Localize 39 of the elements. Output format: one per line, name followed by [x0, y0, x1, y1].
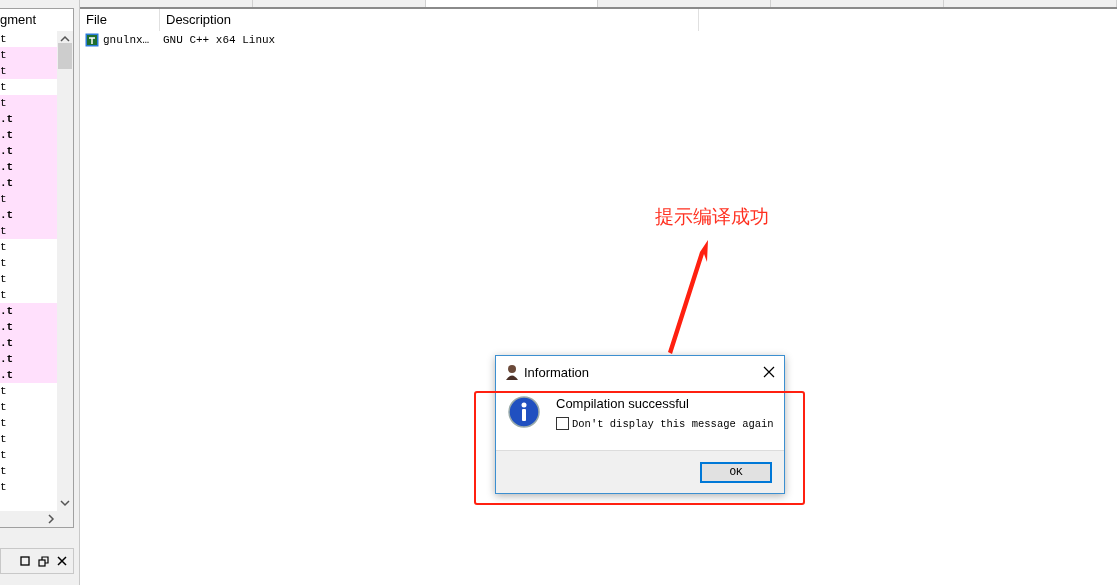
annotation-text: 提示编译成功	[655, 205, 769, 229]
list-row[interactable]: t	[0, 63, 57, 79]
list-row[interactable]: .t	[0, 319, 57, 335]
list-row[interactable]: .t	[0, 335, 57, 351]
column-header[interactable]: File	[80, 9, 160, 31]
table-cell: gnulnx…	[103, 34, 150, 46]
list-row[interactable]: t	[0, 95, 57, 111]
column-header: gment	[0, 11, 38, 29]
list-row[interactable]: .t	[0, 351, 57, 367]
list-row[interactable]: t	[0, 399, 57, 415]
list-row[interactable]: .t	[0, 111, 57, 127]
list-row[interactable]: .t	[0, 303, 57, 319]
list-row[interactable]: t	[0, 463, 57, 479]
list-row[interactable]: t	[0, 479, 57, 495]
dialog-title: Information	[524, 364, 591, 380]
column-header[interactable]: Description	[160, 9, 699, 31]
list-row[interactable]: t	[0, 431, 57, 447]
list-row[interactable]: .t	[0, 367, 57, 383]
list-row[interactable]: t	[0, 31, 57, 47]
list-row[interactable]: .t	[0, 143, 57, 159]
list-row[interactable]: t	[0, 191, 57, 207]
list-row[interactable]: t	[0, 383, 57, 399]
dialog-message: Compilation successful	[556, 396, 690, 411]
checkbox-label[interactable]: Don't display this message again	[572, 417, 774, 430]
list-row[interactable]: t	[0, 47, 57, 63]
list-row[interactable]: t	[0, 415, 57, 431]
list-row[interactable]: t	[0, 223, 57, 239]
list-row[interactable]: t	[0, 79, 57, 95]
list-row[interactable]: t	[0, 239, 57, 255]
ok-button[interactable]: OK	[700, 461, 772, 483]
list-row[interactable]: t	[0, 271, 57, 287]
list-row[interactable]: .t	[0, 207, 57, 223]
list-row[interactable]: .t	[0, 159, 57, 175]
list-row[interactable]: .t	[0, 175, 57, 191]
list-row[interactable]: t	[0, 447, 57, 463]
list-row[interactable]: t	[0, 287, 57, 303]
list-row[interactable]: .t	[0, 127, 57, 143]
table-cell-text: GNU C++ x64 Linux	[162, 34, 276, 46]
list-row[interactable]: t	[0, 255, 57, 271]
